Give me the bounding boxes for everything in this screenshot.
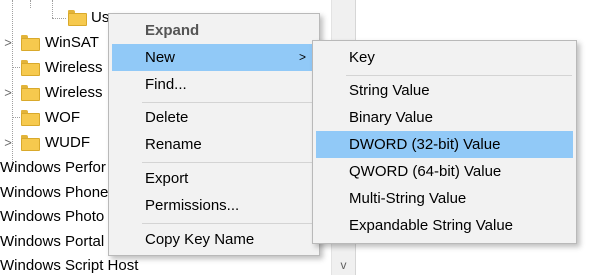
submenu-item-string-value[interactable]: String Value [316,77,573,104]
tree-item-wudf[interactable]: > WUDF [0,129,120,156]
submenu-arrow-icon: > [298,50,306,64]
tree-item-label: WUDF [45,134,90,151]
menu-item-find[interactable]: Find... [112,71,316,98]
tree-item-label: WOF [45,109,80,126]
menu-separator [142,102,315,103]
folder-icon [21,110,40,126]
folder-icon [21,85,40,101]
tree-item-windows-photo[interactable]: Windows Photo [0,203,104,230]
menu-item-rename[interactable]: Rename [112,131,316,158]
tree-item-label: WinSAT [45,34,99,51]
scroll-down-icon[interactable]: v [332,255,355,275]
folder-icon [68,10,87,26]
tree-item-label: Windows Photo [0,208,105,225]
menu-separator [142,223,315,224]
tree-item-windows-performance[interactable]: Windows Perfor [0,154,106,181]
chevron-right-icon[interactable]: > [1,29,15,56]
menu-item-expand[interactable]: Expand [112,17,316,44]
tree-item-winsat[interactable]: > WinSAT [0,29,120,56]
menu-item-delete[interactable]: Delete [112,104,316,131]
tree-item-label: Windows Portal [0,233,105,250]
context-menu: Expand New > Find... Delete Rename Expor… [108,13,320,256]
folder-icon [21,60,40,76]
submenu-item-multi-string-value[interactable]: Multi-String Value [316,185,573,212]
tree-item-us[interactable]: Us [0,4,120,31]
tree-connector-line [12,117,20,118]
menu-separator [346,75,572,76]
submenu-item-binary-value[interactable]: Binary Value [316,104,573,131]
submenu-item-key[interactable]: Key [316,44,573,71]
chevron-right-icon[interactable]: > [1,79,15,106]
submenu-item-dword-value[interactable]: DWORD (32-bit) Value [316,131,573,158]
tree-item-label: Windows Script Host [0,257,139,274]
tree-item-wof[interactable]: WOF [0,104,120,131]
menu-item-label: New [145,49,176,66]
tree-item-windows-portal[interactable]: Windows Portal [0,228,104,255]
folder-icon [21,135,40,151]
tree-item-label: Windows Perfor [0,159,106,176]
new-submenu: Key String Value Binary Value DWORD (32-… [312,40,577,244]
tree-item-wireless[interactable]: Wireless [0,54,120,81]
tree-item-label: Us [91,9,110,26]
menu-separator [142,162,315,163]
chevron-right-icon[interactable]: > [1,129,15,156]
tree-item-windows-phone[interactable]: Windows Phone [0,179,108,206]
tree-connector-line [12,67,20,68]
tree-item-label: Wireless [45,59,103,76]
tree-item-label: Windows Phone [0,184,109,201]
menu-item-new[interactable]: New > [112,44,316,71]
tree-item-wireless-2[interactable]: > Wireless [0,79,120,106]
tree-item-label: Wireless [45,84,103,101]
menu-item-permissions[interactable]: Permissions... [112,192,316,219]
submenu-item-expandable-string-value[interactable]: Expandable String Value [316,212,573,239]
folder-icon [21,35,40,51]
menu-item-export[interactable]: Export [112,165,316,192]
submenu-item-qword-value[interactable]: QWORD (64-bit) Value [316,158,573,185]
menu-item-copy-key-name[interactable]: Copy Key Name [112,226,316,253]
